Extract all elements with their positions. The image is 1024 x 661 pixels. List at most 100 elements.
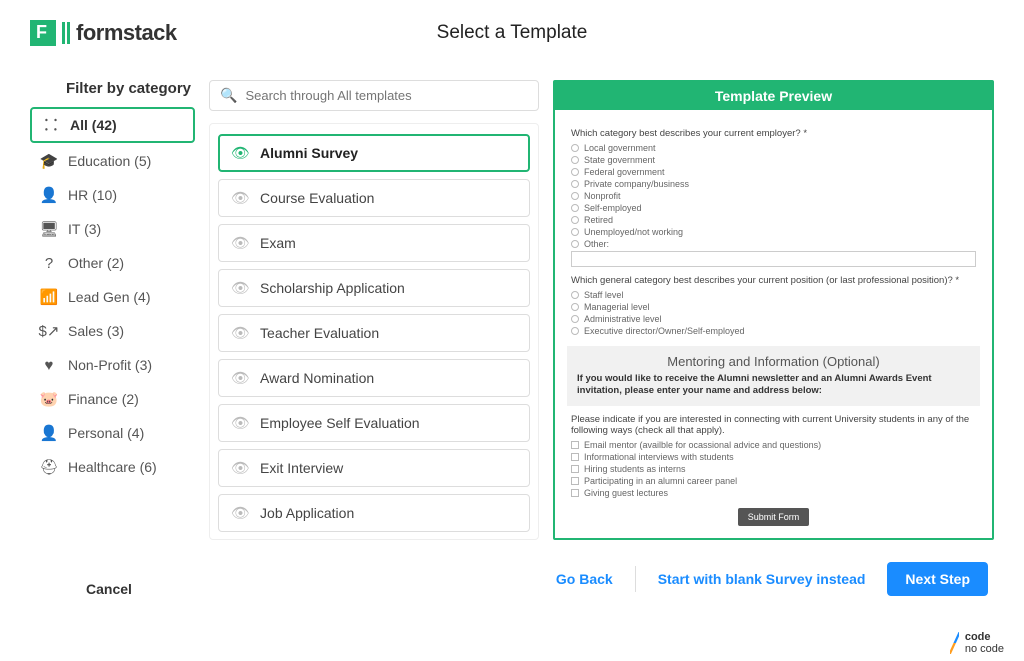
preview-section-band: Mentoring and Information (Optional) If … <box>567 346 980 406</box>
category-icon: 🖥 <box>40 220 58 238</box>
sidebar-heading: Filter by category <box>30 80 195 97</box>
category-label: HR (10) <box>68 187 117 203</box>
category-label: Other (2) <box>68 255 124 271</box>
category-label: Personal (4) <box>68 425 144 441</box>
radio-icon <box>571 144 579 152</box>
category-item-1[interactable]: 🎓Education (5) <box>30 145 195 177</box>
q1-opts-option-5[interactable]: Self-employed <box>571 203 976 213</box>
template-name: Employee Self Evaluation <box>260 415 420 431</box>
template-item-2[interactable]: 👁Exam <box>218 224 530 262</box>
eye-icon: 👁 <box>231 144 250 162</box>
category-icon: ⸬ <box>42 116 60 134</box>
next-step-button[interactable]: Next Step <box>887 562 988 596</box>
radio-icon <box>571 303 579 311</box>
preview-column: Template Preview Which category best des… <box>553 80 994 540</box>
template-name: Exit Interview <box>260 460 343 476</box>
radio-icon <box>571 228 579 236</box>
category-icon: 📶 <box>40 288 58 306</box>
template-item-3[interactable]: 👁Scholarship Application <box>218 269 530 307</box>
checkbox-icon <box>571 489 579 497</box>
search-input[interactable] <box>245 88 528 103</box>
brand-slash-icon: / <box>950 632 959 654</box>
preview-body: Which category best describes your curre… <box>555 110 992 538</box>
category-label: Education (5) <box>68 153 151 169</box>
template-item-9[interactable]: 👁Job Candidate Evaluation Form <box>218 539 530 540</box>
category-item-3[interactable]: 🖥IT (3) <box>30 213 195 245</box>
option-label: Email mentor (availble for ocassional ad… <box>584 440 821 450</box>
q2-opts-option-2[interactable]: Administrative level <box>571 314 976 324</box>
q1-opts-option-4[interactable]: Nonprofit <box>571 191 976 201</box>
template-item-7[interactable]: 👁Exit Interview <box>218 449 530 487</box>
eye-icon: 👁 <box>231 234 250 252</box>
category-item-9[interactable]: 👤Personal (4) <box>30 417 195 449</box>
preview-section-title: Mentoring and Information (Optional) <box>577 354 970 369</box>
template-name: Course Evaluation <box>260 190 374 206</box>
template-name: Award Nomination <box>260 370 374 386</box>
radio-icon <box>571 315 579 323</box>
category-label: Lead Gen (4) <box>68 289 151 305</box>
category-icon: ♥ <box>40 356 58 374</box>
template-item-5[interactable]: 👁 Award Nomination <box>218 359 530 397</box>
footer-divider <box>635 566 636 592</box>
template-name: Job Application <box>260 505 354 521</box>
preview-submit-button[interactable]: Submit Form <box>738 508 810 526</box>
q2-opts-option-1[interactable]: Managerial level <box>571 302 976 312</box>
preview-q2-label: Which general category best describes yo… <box>571 275 976 286</box>
q2-opts-option-3[interactable]: Executive director/Owner/Self-employed <box>571 326 976 336</box>
cancel-link[interactable]: Cancel <box>70 581 132 597</box>
option-label: Managerial level <box>584 302 650 312</box>
q1-opts-option-6[interactable]: Retired <box>571 215 976 225</box>
option-label: Giving guest lectures <box>584 488 668 498</box>
eye-icon: 👁 <box>231 414 250 432</box>
option-label: Administrative level <box>584 314 662 324</box>
q1-opts-option-2[interactable]: Federal government <box>571 167 976 177</box>
q1-opts-option-7[interactable]: Unemployed/not working <box>571 227 976 237</box>
go-back-link[interactable]: Go Back <box>556 571 613 587</box>
option-label: Local government <box>584 143 656 153</box>
q1-opts-option-1[interactable]: State government <box>571 155 976 165</box>
template-name: Alumni Survey <box>260 145 358 161</box>
eye-icon: 👁 <box>231 369 250 387</box>
option-label: Other: <box>584 239 609 249</box>
checkbox-icon <box>571 477 579 485</box>
radio-icon <box>571 168 579 176</box>
search-box[interactable]: 🔍 <box>209 80 539 111</box>
q3-opts-option-1[interactable]: Informational interviews with students <box>571 452 976 462</box>
template-item-1[interactable]: 👁Course Evaluation <box>218 179 530 217</box>
q2-opts-option-0[interactable]: Staff level <box>571 290 976 300</box>
category-label: Healthcare (6) <box>68 459 157 475</box>
preview-other-input[interactable] <box>571 251 976 267</box>
category-label: All (42) <box>70 117 117 133</box>
q1-opts-option-3[interactable]: Private company/business <box>571 179 976 189</box>
logo-text: formstack <box>76 20 177 46</box>
category-label: Non-Profit (3) <box>68 357 152 373</box>
q3-opts-option-0[interactable]: Email mentor (availble for ocassional ad… <box>571 440 976 450</box>
category-item-8[interactable]: 🐷Finance (2) <box>30 383 195 415</box>
preview-section-subtitle: If you would like to receive the Alumni … <box>577 373 970 398</box>
q3-opts-option-4[interactable]: Giving guest lectures <box>571 488 976 498</box>
blank-survey-link[interactable]: Start with blank Survey instead <box>658 571 866 587</box>
option-label: Hiring students as interns <box>584 464 686 474</box>
template-item-6[interactable]: 👁 Employee Self Evaluation <box>218 404 530 442</box>
q1-opts-option-0[interactable]: Local government <box>571 143 976 153</box>
category-item-5[interactable]: 📶 Lead Gen (4) <box>30 281 195 313</box>
logo-bars-icon <box>62 22 70 44</box>
category-icon: ? <box>40 254 58 272</box>
template-list: 👁Alumni Survey👁Course Evaluation👁Exam👁Sc… <box>209 123 539 540</box>
template-item-0[interactable]: 👁 Alumni Survey <box>218 134 530 172</box>
category-item-0[interactable]: ⸬ All (42) <box>30 107 195 143</box>
option-label: Retired <box>584 215 613 225</box>
category-item-2[interactable]: 👤HR (10) <box>30 179 195 211</box>
q1-opts-option-8[interactable]: Other: <box>571 239 976 249</box>
q3-opts-option-2[interactable]: Hiring students as interns <box>571 464 976 474</box>
q3-opts-option-3[interactable]: Participating in an alumni career panel <box>571 476 976 486</box>
template-item-4[interactable]: 👁Teacher Evaluation <box>218 314 530 352</box>
category-item-10[interactable]: ⛑Healthcare (6) <box>30 451 195 483</box>
eye-icon: 👁 <box>231 504 250 522</box>
category-item-7[interactable]: ♥ Non-Profit (3) <box>30 349 195 381</box>
radio-icon <box>571 204 579 212</box>
category-item-4[interactable]: ? Other (2) <box>30 247 195 279</box>
eye-icon: 👁 <box>231 279 250 297</box>
category-item-6[interactable]: $↗Sales (3) <box>30 315 195 347</box>
template-item-8[interactable]: 👁 Job Application <box>218 494 530 532</box>
